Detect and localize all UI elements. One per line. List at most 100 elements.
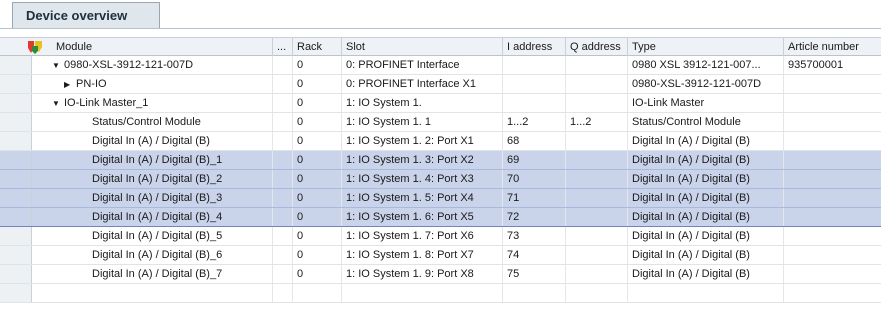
cell-slot: 1: IO System 1. 2: Port X1 xyxy=(341,132,502,150)
column-header-slot[interactable]: Slot xyxy=(341,38,502,56)
collapse-arrow-icon[interactable]: ▼ xyxy=(52,57,64,74)
table-row[interactable]: ▼ IO-Link Master_1 0 1: IO System 1. IO-Link… xyxy=(0,94,881,113)
cell-article-number xyxy=(783,284,881,302)
cell-slot: 1: IO System 1. xyxy=(341,94,502,112)
row-header[interactable] xyxy=(0,284,32,302)
cell-type: Digital In (A) / Digital (B) xyxy=(627,151,783,169)
cell-module[interactable]: Digital In (A) / Digital (B)_6 xyxy=(40,246,272,264)
table-row[interactable]: Digital In (A) / Digital (B)_7 0 1: IO Sys… xyxy=(0,265,881,284)
module-name: Digital In (A) / Digital (B)_3 xyxy=(92,192,223,204)
table-row[interactable]: ▼ 0980-XSL-3912-121-007D 0 0: PROFINET Inte… xyxy=(0,56,881,75)
cell-article-number xyxy=(783,246,881,264)
table-row[interactable]: Digital In (A) / Digital (B)_2 0 1: IO Sys… xyxy=(0,170,881,189)
cell-i-address: 72 xyxy=(502,208,565,226)
table-row[interactable]: Digital In (A) / Digital (B)_3 0 1: IO Sys… xyxy=(0,189,881,208)
cell-module[interactable]: ▼ 0980-XSL-3912-121-007D xyxy=(40,56,272,74)
cell-type: Digital In (A) / Digital (B) xyxy=(627,246,783,264)
cell-slot: 1: IO System 1. 5: Port X4 xyxy=(341,189,502,207)
column-header-rack[interactable]: Rack xyxy=(292,38,341,56)
cell-q-address xyxy=(565,284,627,302)
row-header[interactable] xyxy=(0,189,32,207)
expand-arrow-icon[interactable]: ▶ xyxy=(64,76,76,93)
cell-type: 0980-XSL-3912-121-007D xyxy=(627,75,783,93)
row-header[interactable] xyxy=(0,170,32,188)
table-row[interactable]: Digital In (A) / Digital (B)_1 0 1: IO Sys… xyxy=(0,151,881,170)
row-header[interactable] xyxy=(0,227,32,245)
column-header-i-address[interactable]: I address xyxy=(502,38,565,56)
cell-slot: 1: IO System 1. 3: Port X2 xyxy=(341,151,502,169)
table-row[interactable]: Digital In (A) / Digital (B) 0 1: IO Syste… xyxy=(0,132,881,151)
cell-module[interactable]: Digital In (A) / Digital (B)_4 xyxy=(40,208,272,226)
table-row[interactable]: Digital In (A) / Digital (B)_6 0 1: IO Sys… xyxy=(0,246,881,265)
cell-i-address: 69 xyxy=(502,151,565,169)
column-header-module[interactable]: Module xyxy=(52,38,272,56)
table-row[interactable] xyxy=(0,284,881,303)
table-row[interactable]: Digital In (A) / Digital (B)_4 0 1: IO Sys… xyxy=(0,208,881,227)
cell-module[interactable]: Digital In (A) / Digital (B)_5 xyxy=(40,227,272,245)
module-name: 0980-XSL-3912-121-007D xyxy=(64,59,194,71)
cell-i-address: 75 xyxy=(502,265,565,283)
cell-ellipsis xyxy=(272,170,292,188)
cell-module[interactable]: Digital In (A) / Digital (B)_1 xyxy=(40,151,272,169)
tab-device-overview[interactable]: Device overview xyxy=(12,2,160,29)
cell-i-address: 68 xyxy=(502,132,565,150)
row-header[interactable] xyxy=(0,75,32,93)
cell-ellipsis xyxy=(272,56,292,74)
row-header[interactable] xyxy=(0,94,32,112)
cell-module[interactable]: Status/Control Module xyxy=(40,113,272,131)
cell-article-number: 935700001 xyxy=(783,56,881,74)
module-name: Digital In (A) / Digital (B)_5 xyxy=(92,230,223,242)
module-name: Status/Control Module xyxy=(92,116,201,128)
cell-module[interactable]: Digital In (A) / Digital (B)_2 xyxy=(40,170,272,188)
cell-ellipsis xyxy=(272,265,292,283)
cell-slot: 1: IO System 1. 6: Port X5 xyxy=(341,208,502,226)
filter-icon[interactable] xyxy=(28,41,42,54)
cell-rack: 0 xyxy=(292,151,341,169)
collapse-arrow-icon[interactable]: ▼ xyxy=(52,95,64,112)
cell-rack: 0 xyxy=(292,56,341,74)
cell-i-address: 70 xyxy=(502,170,565,188)
column-header-ellipsis[interactable]: ... xyxy=(272,38,292,56)
cell-q-address xyxy=(565,170,627,188)
cell-ellipsis xyxy=(272,132,292,150)
module-name: PN-IO xyxy=(76,78,107,90)
row-header[interactable] xyxy=(0,151,32,169)
cell-module[interactable]: ▶ PN-IO xyxy=(40,75,272,93)
cell-i-address xyxy=(502,75,565,93)
row-header[interactable] xyxy=(0,113,32,131)
column-header-q-address[interactable]: Q address xyxy=(565,38,627,56)
cell-i-address: 74 xyxy=(502,246,565,264)
cell-type: Digital In (A) / Digital (B) xyxy=(627,265,783,283)
cell-i-address xyxy=(502,284,565,302)
cell-q-address xyxy=(565,94,627,112)
cell-rack: 0 xyxy=(292,246,341,264)
cell-module[interactable]: Digital In (A) / Digital (B)_3 xyxy=(40,189,272,207)
cell-q-address: 1...2 xyxy=(565,113,627,131)
cell-module[interactable] xyxy=(40,284,272,302)
row-header[interactable] xyxy=(0,132,32,150)
cell-type: Digital In (A) / Digital (B) xyxy=(627,227,783,245)
cell-article-number xyxy=(783,189,881,207)
cell-module[interactable]: Digital In (A) / Digital (B)_7 xyxy=(40,265,272,283)
row-header[interactable] xyxy=(0,208,32,226)
table-row[interactable]: Status/Control Module 0 1: IO System 1. 11… xyxy=(0,113,881,132)
cell-slot: 1: IO System 1. 9: Port X8 xyxy=(341,265,502,283)
cell-rack: 0 xyxy=(292,94,341,112)
cell-rack: 0 xyxy=(292,227,341,245)
cell-i-address: 73 xyxy=(502,227,565,245)
cell-i-address xyxy=(502,56,565,74)
column-header-article-number[interactable]: Article number xyxy=(783,38,881,56)
cell-ellipsis xyxy=(272,227,292,245)
module-name: IO-Link Master_1 xyxy=(64,97,149,109)
cell-module[interactable]: ▼ IO-Link Master_1 xyxy=(40,94,272,112)
row-header[interactable] xyxy=(0,265,32,283)
cell-type: Digital In (A) / Digital (B) xyxy=(627,189,783,207)
table-row[interactable]: Digital In (A) / Digital (B)_5 0 1: IO Sys… xyxy=(0,227,881,246)
row-header[interactable] xyxy=(0,56,32,74)
module-name: Digital In (A) / Digital (B)_2 xyxy=(92,173,223,185)
cell-ellipsis xyxy=(272,284,292,302)
row-header[interactable] xyxy=(0,246,32,264)
table-row[interactable]: ▶ PN-IO 0 0: PROFINET Interface X1 0980-XSL-… xyxy=(0,75,881,94)
column-header-type[interactable]: Type xyxy=(627,38,783,56)
cell-module[interactable]: Digital In (A) / Digital (B) xyxy=(40,132,272,150)
